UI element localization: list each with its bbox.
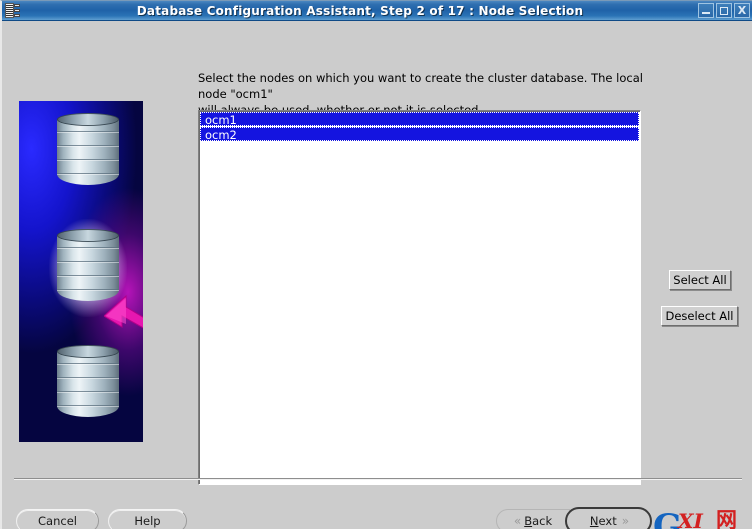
database-cylinder-top [57,113,119,185]
list-item[interactable]: ocm1 [200,112,639,127]
watermark: G XI 网 system.com [653,510,752,529]
close-button[interactable]: X [734,3,750,18]
next-button[interactable]: Next » [565,507,652,529]
footer-separator [14,478,742,480]
list-item[interactable]: ocm2 [200,127,639,142]
database-app-icon [4,2,22,20]
watermark-net: 网 [716,508,737,529]
navigation-buttons: « Back Next » [496,507,652,529]
sidebar-illustration [19,101,143,442]
window-title: Database Configuration Assistant, Step 2… [136,3,584,18]
window-controls: X [698,3,750,18]
cancel-button[interactable]: Cancel [16,509,99,529]
back-button[interactable]: « Back [496,509,570,529]
database-cylinder-bottom [57,345,119,417]
database-cylinder-middle [57,229,119,301]
magenta-arrow-icon [104,294,143,344]
watermark-xi: XI [678,509,703,529]
application-window: Database Configuration Assistant, Step 2… [0,0,752,529]
chevron-right-icon: » [621,514,629,528]
node-list[interactable]: ocm1 ocm2 [198,110,641,485]
select-all-button[interactable]: Select All [669,270,731,290]
back-button-label: Back [524,514,553,528]
chevron-left-icon: « [513,514,521,528]
deselect-all-button[interactable]: Deselect All [661,306,738,326]
next-button-label: Next [589,514,617,528]
help-button[interactable]: Help [108,509,187,529]
instruction-line-1: Select the nodes on which you want to cr… [198,71,643,101]
minimize-button[interactable] [698,3,714,18]
maximize-button[interactable] [716,3,732,18]
window-content: Select the nodes on which you want to cr… [2,22,752,529]
title-bar: Database Configuration Assistant, Step 2… [2,1,752,21]
